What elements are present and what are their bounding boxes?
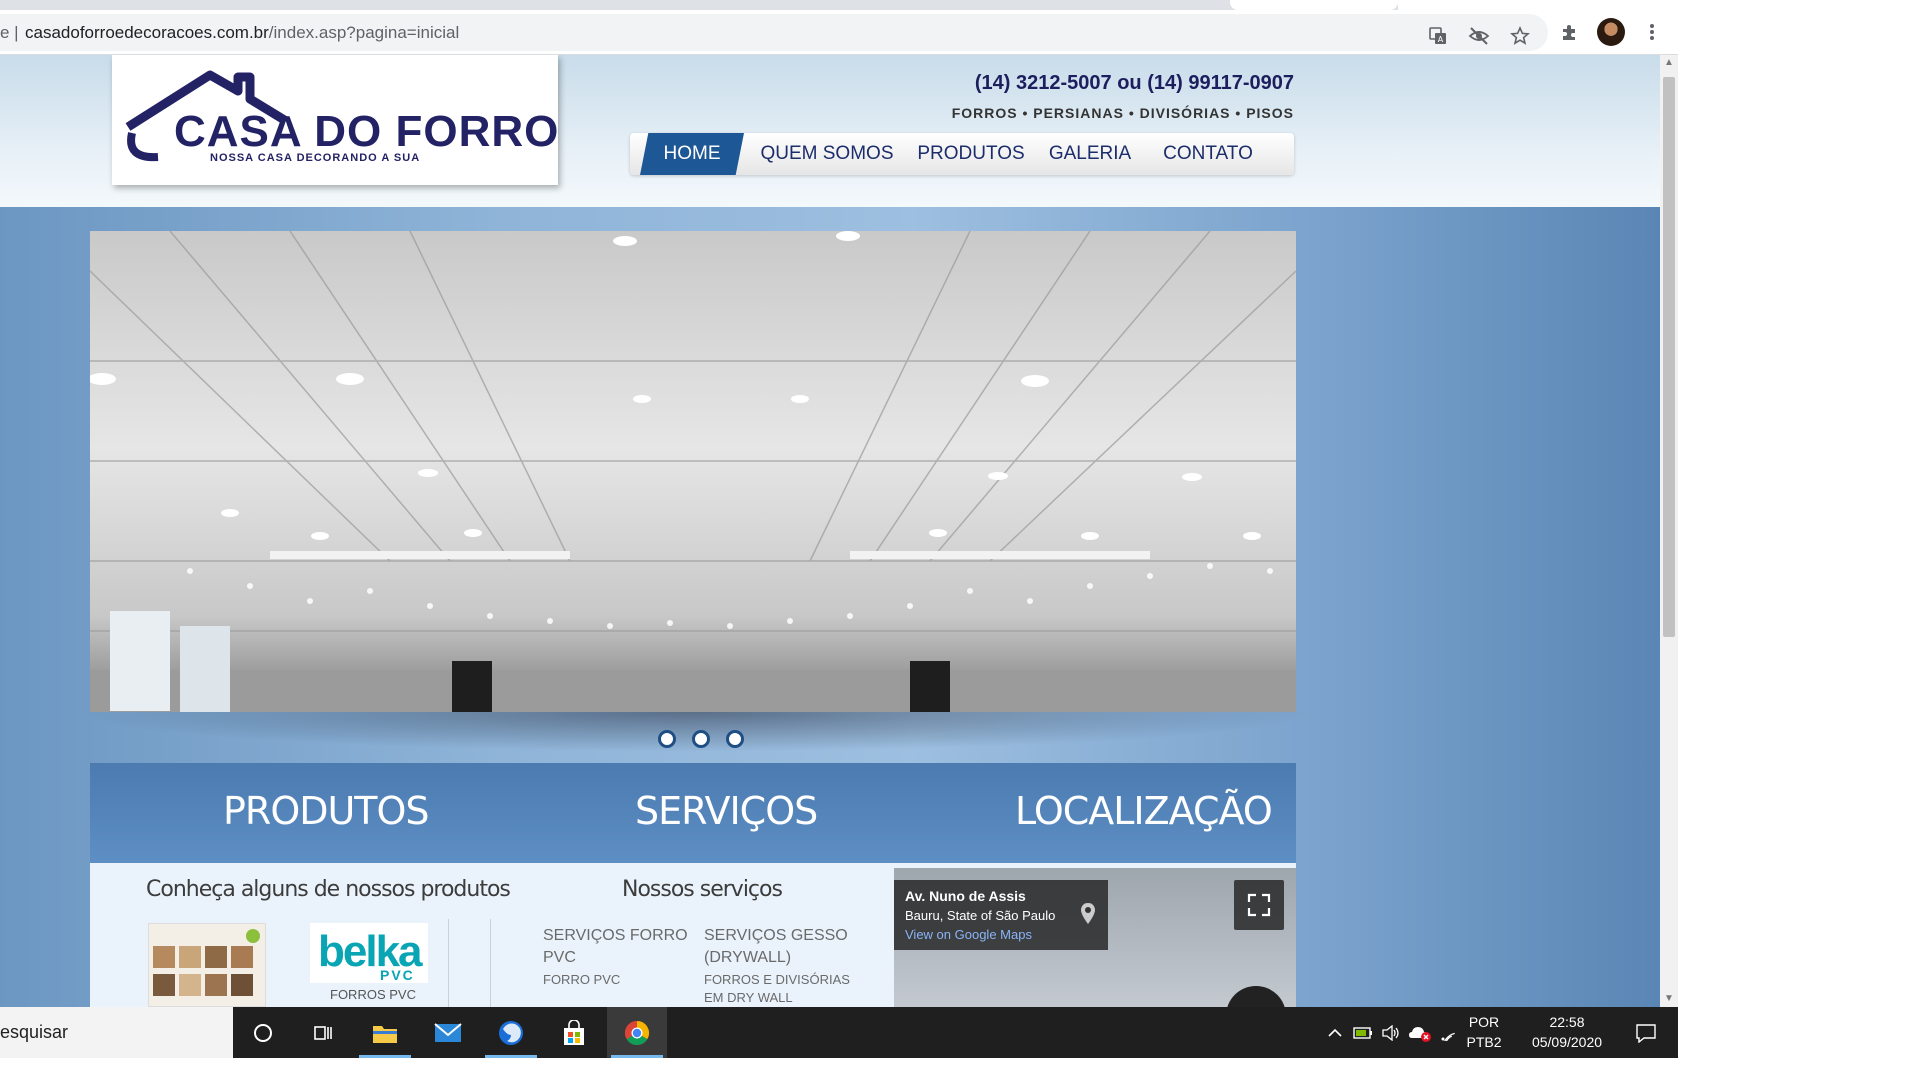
slider-dots xyxy=(658,730,748,750)
page-scrollbar[interactable]: ▲ ▼ xyxy=(1660,55,1678,1007)
clock-date: 05/09/2020 xyxy=(1531,1034,1603,1050)
logo-tagline: NOSSA CASA DECORANDO A SUA xyxy=(210,152,421,164)
slider-dot-1[interactable] xyxy=(658,730,676,748)
nav-home[interactable]: HOME xyxy=(640,133,744,175)
phone-numbers: (14) 3212-5007 ou (14) 99117-0907 xyxy=(974,72,1294,94)
nav-quem-somos[interactable]: QUEM SOMOS xyxy=(752,133,902,175)
product-image-wood-panels[interactable] xyxy=(148,923,266,1007)
browser-toolbar: e | casadoforroedecoracoes.com.br/index.… xyxy=(0,10,1678,55)
map-info-card: Av. Nuno de Assis Bauru, State of São Pa… xyxy=(894,880,1108,950)
service-forro-pvc-sub[interactable]: FORRO PVC xyxy=(543,971,620,989)
avatar[interactable] xyxy=(1597,18,1625,46)
brand-logo-belka[interactable]: belka PVC xyxy=(310,923,428,983)
product-label[interactable]: FORROS PVC xyxy=(330,987,416,1002)
wood-samples-icon xyxy=(153,929,260,996)
clock[interactable]: 22:58 05/09/2020 xyxy=(1522,1012,1612,1052)
volume-icon[interactable] xyxy=(1378,1007,1404,1058)
address-bar-url[interactable]: casadoforroedecoracoes.com.br/index.asp?… xyxy=(25,23,459,43)
map-address: Av. Nuno de Assis xyxy=(905,888,1026,904)
service-forro-pvc-title-2[interactable]: PVC xyxy=(543,947,576,969)
hero-slider-image[interactable] xyxy=(90,231,1296,712)
slider-dot-2[interactable] xyxy=(692,730,710,748)
brand-logo-sub: PVC xyxy=(380,967,415,983)
map-city: Bauru, State of São Paulo xyxy=(905,908,1056,923)
language-line-2: PTB2 xyxy=(1466,1034,1502,1050)
column-divider xyxy=(490,919,491,1007)
sections-band: PRODUTOS SERVIÇOS LOCALIZAÇÃO xyxy=(90,763,1296,863)
service-gesso-title-1[interactable]: SERVIÇOS GESSO xyxy=(704,925,848,947)
file-explorer-icon[interactable] xyxy=(355,1007,415,1058)
firefox-icon[interactable] xyxy=(481,1007,541,1058)
translate-icon[interactable]: A xyxy=(1424,22,1452,50)
scroll-down-icon[interactable]: ▼ xyxy=(1660,991,1678,1007)
notification-icon[interactable] xyxy=(1622,1007,1670,1058)
star-icon[interactable] xyxy=(1506,22,1534,50)
battery-icon[interactable] xyxy=(1350,1007,1376,1058)
fullscreen-icon[interactable] xyxy=(1234,880,1284,930)
main-nav: HOME QUEM SOMOS PRODUTOS GALERIA CONTATO xyxy=(630,133,1294,175)
tab-strip-end xyxy=(1398,0,1678,10)
language-indicator[interactable]: POR PTB2 xyxy=(1462,1012,1506,1052)
store-icon[interactable] xyxy=(544,1007,604,1058)
logo-main-text: CASA DO FORRO xyxy=(174,107,560,156)
chevron-up-icon[interactable] xyxy=(1322,1007,1348,1058)
clock-time: 22:58 xyxy=(1549,1014,1585,1030)
service-gesso-title-2[interactable]: (DRYWALL) xyxy=(704,947,791,969)
site-logo[interactable]: CASA DO FORRO NOSSA CASA DECORANDO A SUA xyxy=(112,55,558,185)
url-host: casadoforroedecoracoes.com.br xyxy=(25,23,269,42)
map-view-link[interactable]: View on Google Maps xyxy=(905,927,1032,942)
tab-strip xyxy=(0,0,1678,10)
section-title-localizacao[interactable]: LOCALIZAÇÃO xyxy=(1015,789,1273,833)
wifi-icon[interactable] xyxy=(1436,1007,1462,1058)
service-forro-pvc-title-1[interactable]: SERVIÇOS FORRO xyxy=(543,925,688,947)
produtos-heading: Conheça alguns de nossos produtos xyxy=(146,877,511,902)
chrome-icon[interactable] xyxy=(607,1007,667,1058)
cortana-icon[interactable] xyxy=(233,1007,293,1058)
servicos-heading: Nossos serviços xyxy=(622,877,783,902)
nav-contato[interactable]: CONTATO xyxy=(1148,133,1268,175)
windows-taskbar: esquisar POR PTB2 22:58 05/09/2020 xyxy=(0,1007,1678,1058)
puzzle-icon[interactable] xyxy=(1556,18,1584,46)
more-vert-icon[interactable] xyxy=(1638,18,1666,46)
service-gesso-sub-1[interactable]: FORROS E DIVISÓRIAS xyxy=(704,971,850,989)
url-path: /index.asp?pagina=inicial xyxy=(268,23,460,42)
scroll-up-icon[interactable]: ▲ xyxy=(1660,55,1678,71)
taskbar-search[interactable]: esquisar xyxy=(0,1007,233,1058)
screen-bottom-margin xyxy=(0,1058,1920,1080)
nav-produtos[interactable]: PRODUTOS xyxy=(910,133,1032,175)
slider-dot-3[interactable] xyxy=(726,730,744,748)
nav-galeria[interactable]: GALERIA xyxy=(1040,133,1140,175)
sections-content: Conheça alguns de nossos produtos belka … xyxy=(90,863,1296,1007)
address-bar[interactable]: e | casadoforroedecoracoes.com.br/index.… xyxy=(0,14,1548,51)
language-line-1: POR xyxy=(1468,1014,1500,1030)
address-bar-prefix: e | xyxy=(0,23,19,42)
onedrive-error-icon[interactable] xyxy=(1406,1007,1434,1058)
section-title-produtos[interactable]: PRODUTOS xyxy=(223,789,430,833)
service-gesso-sub-2[interactable]: EM DRY WALL xyxy=(704,989,793,1007)
street-view-control[interactable] xyxy=(1226,986,1286,1007)
column-divider xyxy=(448,919,449,1007)
taskbar-search-text: esquisar xyxy=(0,1022,69,1042)
active-tab[interactable] xyxy=(1230,0,1398,10)
eye-off-icon[interactable] xyxy=(1465,22,1493,50)
mail-icon[interactable] xyxy=(418,1007,478,1058)
map-pin-icon[interactable] xyxy=(1080,902,1096,926)
section-title-servicos[interactable]: SERVIÇOS xyxy=(635,789,818,833)
task-view-icon[interactable] xyxy=(293,1007,353,1058)
services-line: FORROS • PERSIANAS • DIVISÓRIAS • PISOS xyxy=(951,105,1294,121)
scroll-thumb[interactable] xyxy=(1663,77,1675,637)
svg-text:A: A xyxy=(1438,35,1444,44)
page-viewport: CASA DO FORRO NOSSA CASA DECORANDO A SUA… xyxy=(0,55,1660,1007)
google-map-embed[interactable]: Av. Nuno de Assis Bauru, State of São Pa… xyxy=(894,868,1296,1007)
ceiling-photo xyxy=(90,231,1296,712)
